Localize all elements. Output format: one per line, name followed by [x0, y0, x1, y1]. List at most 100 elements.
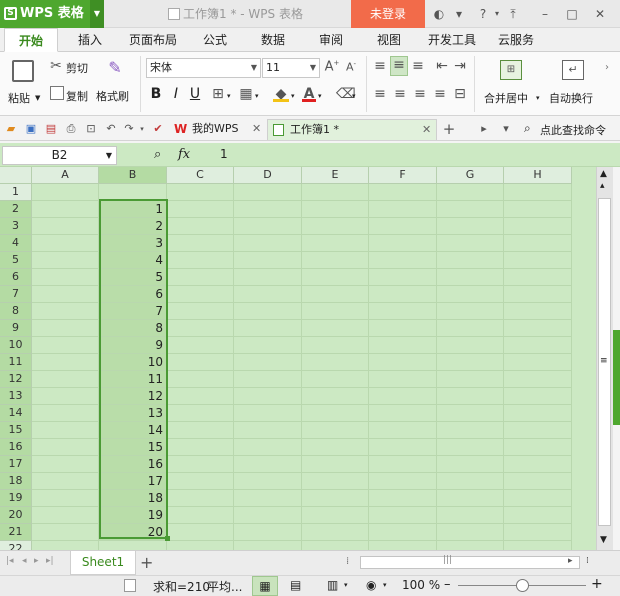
cell-a17[interactable] — [32, 456, 99, 473]
cell-f21[interactable] — [369, 524, 437, 541]
cell-g12[interactable] — [437, 371, 504, 388]
cell-g21[interactable] — [437, 524, 504, 541]
cell-e2[interactable] — [302, 201, 369, 218]
row-header[interactable]: 1 — [0, 184, 32, 201]
cell-e11[interactable] — [302, 354, 369, 371]
cell-f7[interactable] — [369, 286, 437, 303]
cell-h12[interactable] — [504, 371, 572, 388]
clear-format-icon[interactable]: ⌫ — [336, 86, 356, 102]
cell-a1[interactable] — [32, 184, 99, 201]
wrap-text-button[interactable]: ↵ 自动换行 — [546, 56, 602, 112]
decrease-indent-icon[interactable]: ⇤ — [434, 58, 450, 74]
cell-h14[interactable] — [504, 405, 572, 422]
quick-access-dropdown-icon[interactable]: ▾ — [134, 121, 150, 137]
scroll-right-icon[interactable]: ▸ — [568, 556, 573, 566]
cell-c20[interactable] — [167, 507, 234, 524]
last-sheet-icon[interactable]: ▸| — [46, 556, 54, 566]
cell-e10[interactable] — [302, 337, 369, 354]
row-header[interactable]: 6 — [0, 269, 32, 286]
print-preview-icon[interactable]: ⊡ — [83, 121, 99, 137]
cell-a2[interactable] — [32, 201, 99, 218]
bold-icon[interactable]: B — [148, 86, 164, 102]
tab-review[interactable]: 审阅 — [312, 28, 350, 52]
font-size-combo[interactable]: 11 ▼ — [262, 58, 320, 78]
cell-f19[interactable] — [369, 490, 437, 507]
cell-a16[interactable] — [32, 439, 99, 456]
cell-f10[interactable] — [369, 337, 437, 354]
sheet-tab-sheet1[interactable]: Sheet1 — [70, 551, 136, 575]
cell-g17[interactable] — [437, 456, 504, 473]
cell-d11[interactable] — [234, 354, 302, 371]
column-header-a[interactable]: A — [32, 167, 99, 184]
cell-e20[interactable] — [302, 507, 369, 524]
cell-f5[interactable] — [369, 252, 437, 269]
tab-page-layout[interactable]: 页面布局 — [124, 28, 182, 52]
cell-a19[interactable] — [32, 490, 99, 507]
cell-f18[interactable] — [369, 473, 437, 490]
cell-d3[interactable] — [234, 218, 302, 235]
cell-f16[interactable] — [369, 439, 437, 456]
cell-h4[interactable] — [504, 235, 572, 252]
row-header[interactable]: 4 — [0, 235, 32, 252]
cell-a21[interactable] — [32, 524, 99, 541]
column-header-d[interactable]: D — [234, 167, 302, 184]
cell-a14[interactable] — [32, 405, 99, 422]
cell-a11[interactable] — [32, 354, 99, 371]
minimize-icon[interactable]: – — [536, 5, 554, 23]
cell-c5[interactable] — [167, 252, 234, 269]
cell-e8[interactable] — [302, 303, 369, 320]
cell-h15[interactable] — [504, 422, 572, 439]
row-header[interactable]: 9 — [0, 320, 32, 337]
cell-d17[interactable] — [234, 456, 302, 473]
cell-c21[interactable] — [167, 524, 234, 541]
fill-color-button[interactable]: ◆ — [272, 86, 290, 103]
cell-e17[interactable] — [302, 456, 369, 473]
cell-a4[interactable] — [32, 235, 99, 252]
next-sheet-icon[interactable]: ▸ — [34, 556, 39, 566]
cell-e6[interactable] — [302, 269, 369, 286]
cell-c17[interactable] — [167, 456, 234, 473]
tab-insert[interactable]: 插入 — [70, 28, 110, 52]
cell-h21[interactable] — [504, 524, 572, 541]
cell-e4[interactable] — [302, 235, 369, 252]
tab-document[interactable]: 工作簿1 * ✕ — [267, 119, 437, 140]
cell-g22[interactable] — [437, 541, 504, 550]
row-header[interactable]: 3 — [0, 218, 32, 235]
borders-icon[interactable]: ⊞ — [210, 86, 226, 102]
column-header-g[interactable]: G — [437, 167, 504, 184]
cell-h8[interactable] — [504, 303, 572, 320]
customize-icon[interactable]: ✔ — [150, 121, 166, 137]
cell-e21[interactable] — [302, 524, 369, 541]
tab-formulas[interactable]: 公式 — [196, 28, 234, 52]
column-header-e[interactable]: E — [302, 167, 369, 184]
cell-e12[interactable] — [302, 371, 369, 388]
column-header-c[interactable]: C — [167, 167, 234, 184]
cell-c7[interactable] — [167, 286, 234, 303]
cell-a5[interactable] — [32, 252, 99, 269]
row-header[interactable]: 20 — [0, 507, 32, 524]
cell-f6[interactable] — [369, 269, 437, 286]
cell-g8[interactable] — [437, 303, 504, 320]
cell-c16[interactable] — [167, 439, 234, 456]
cell-d7[interactable] — [234, 286, 302, 303]
cell-c3[interactable] — [167, 218, 234, 235]
cell-g19[interactable] — [437, 490, 504, 507]
cell-f1[interactable] — [369, 184, 437, 201]
cell-c4[interactable] — [167, 235, 234, 252]
row-header[interactable]: 21 — [0, 524, 32, 541]
font-name-combo[interactable]: 宋体 ▼ — [146, 58, 261, 78]
cell-d12[interactable] — [234, 371, 302, 388]
cell-c2[interactable] — [167, 201, 234, 218]
cell-c9[interactable] — [167, 320, 234, 337]
page-break-view-icon[interactable]: ▤ — [290, 578, 301, 592]
cell-h3[interactable] — [504, 218, 572, 235]
cell-g4[interactable] — [437, 235, 504, 252]
cell-h2[interactable] — [504, 201, 572, 218]
cell-g13[interactable] — [437, 388, 504, 405]
print-icon[interactable]: ⎙ — [63, 121, 79, 137]
cell-h11[interactable] — [504, 354, 572, 371]
column-header-h[interactable]: H — [504, 167, 572, 184]
cell-d21[interactable] — [234, 524, 302, 541]
align-bottom-icon[interactable]: ≡ — [410, 58, 426, 74]
app-menu-button[interactable]: S WPS 表格 — [0, 0, 90, 28]
